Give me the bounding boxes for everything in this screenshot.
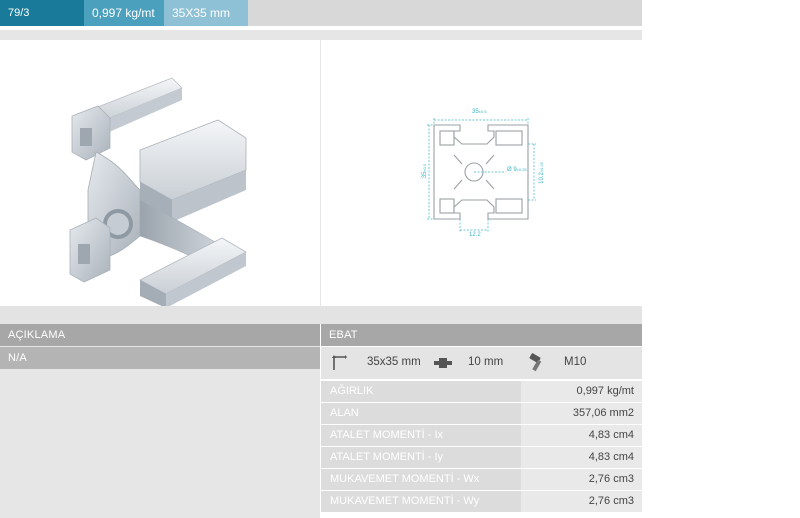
height-dimension-label: 35±0.5 xyxy=(422,163,429,179)
bore-dimension-label: Ø 9±0.25 xyxy=(507,167,527,173)
product-header: 79/3 0,997 kg/mt 35X35 mm xyxy=(0,0,642,26)
spec-row: MUKAVEMET MOMENTİ - Wy 2,76 cm3 xyxy=(321,491,642,512)
spec-value: 2,76 cm3 xyxy=(521,491,642,512)
dims-size-value: 35x35 mm xyxy=(367,356,421,368)
spec-row: ALAN 357,06 mm2 xyxy=(321,403,642,424)
dimensions-icon xyxy=(332,355,347,370)
description-title: AÇIKLAMA xyxy=(0,324,320,346)
profile-3d-image[interactable] xyxy=(0,40,320,308)
product-images: 35±0.5 35±0.5 Ø 9±0.25 10.2±0.25 12.2 xyxy=(0,40,642,308)
spec-row: AĞIRLIK 0,997 kg/mt xyxy=(321,381,642,402)
product-code-tab[interactable]: 79/3 xyxy=(0,0,84,26)
description-section: AÇIKLAMA N/A xyxy=(0,324,320,518)
product-weight-tab[interactable]: 0,997 kg/mt xyxy=(84,0,164,26)
depth-dimension-label: 10.2±0.25 xyxy=(538,162,545,184)
bottom-dimension-label: 12.2 xyxy=(469,232,481,238)
spec-value: 4,83 cm4 xyxy=(521,425,642,446)
divider-band xyxy=(0,30,642,40)
dims-screw-value: M10 xyxy=(564,356,587,368)
spec-value: 0,997 kg/mt xyxy=(521,381,642,402)
spec-row: ATALET MOMENTİ - Iy 4,83 cm4 xyxy=(321,447,642,468)
technical-drawing[interactable]: 35±0.5 35±0.5 Ø 9±0.25 10.2±0.25 12.2 xyxy=(321,40,642,306)
spec-value: 2,76 cm3 xyxy=(521,469,642,490)
spec-label: MUKAVEMET MOMENTİ - Wy xyxy=(321,491,521,512)
product-size-tab[interactable]: 35X35 mm xyxy=(164,0,248,26)
specs-title: EBAT xyxy=(321,324,642,346)
dims-slot-value: 10 mm xyxy=(468,356,504,368)
spec-label: ATALET MOMENTİ - Iy xyxy=(321,447,521,468)
specs-section: EBAT 35x35 mm 10 mm M10 AĞIRLIK 0,997 kg… xyxy=(321,324,642,518)
spec-value: 357,06 mm2 xyxy=(521,403,642,424)
product-panel: 79/3 0,997 kg/mt 35X35 mm 35±0.5 35±0.5 … xyxy=(0,0,642,518)
spec-row: MUKAVEMET MOMENTİ - Wx 2,76 cm3 xyxy=(321,469,642,490)
spec-label: ATALET MOMENTİ - Ix xyxy=(321,425,521,446)
spec-value: 4,83 cm4 xyxy=(521,447,642,468)
width-dimension-label: 35±0.5 xyxy=(472,109,487,115)
slot-nut-icon xyxy=(434,358,452,368)
profile-3d-render xyxy=(69,77,247,308)
spec-label: MUKAVEMET MOMENTİ - Wx xyxy=(321,469,521,490)
spec-row: ATALET MOMENTİ - Ix 4,83 cm4 xyxy=(321,425,642,446)
dims-row: 35x35 mm 10 mm M10 xyxy=(321,347,642,379)
spec-label: AĞIRLIK xyxy=(321,381,521,402)
dimension-lines xyxy=(427,118,536,233)
description-value: N/A xyxy=(0,347,320,369)
screw-icon xyxy=(529,353,542,372)
divider-band-lower xyxy=(0,306,642,324)
spec-label: ALAN xyxy=(321,403,521,424)
